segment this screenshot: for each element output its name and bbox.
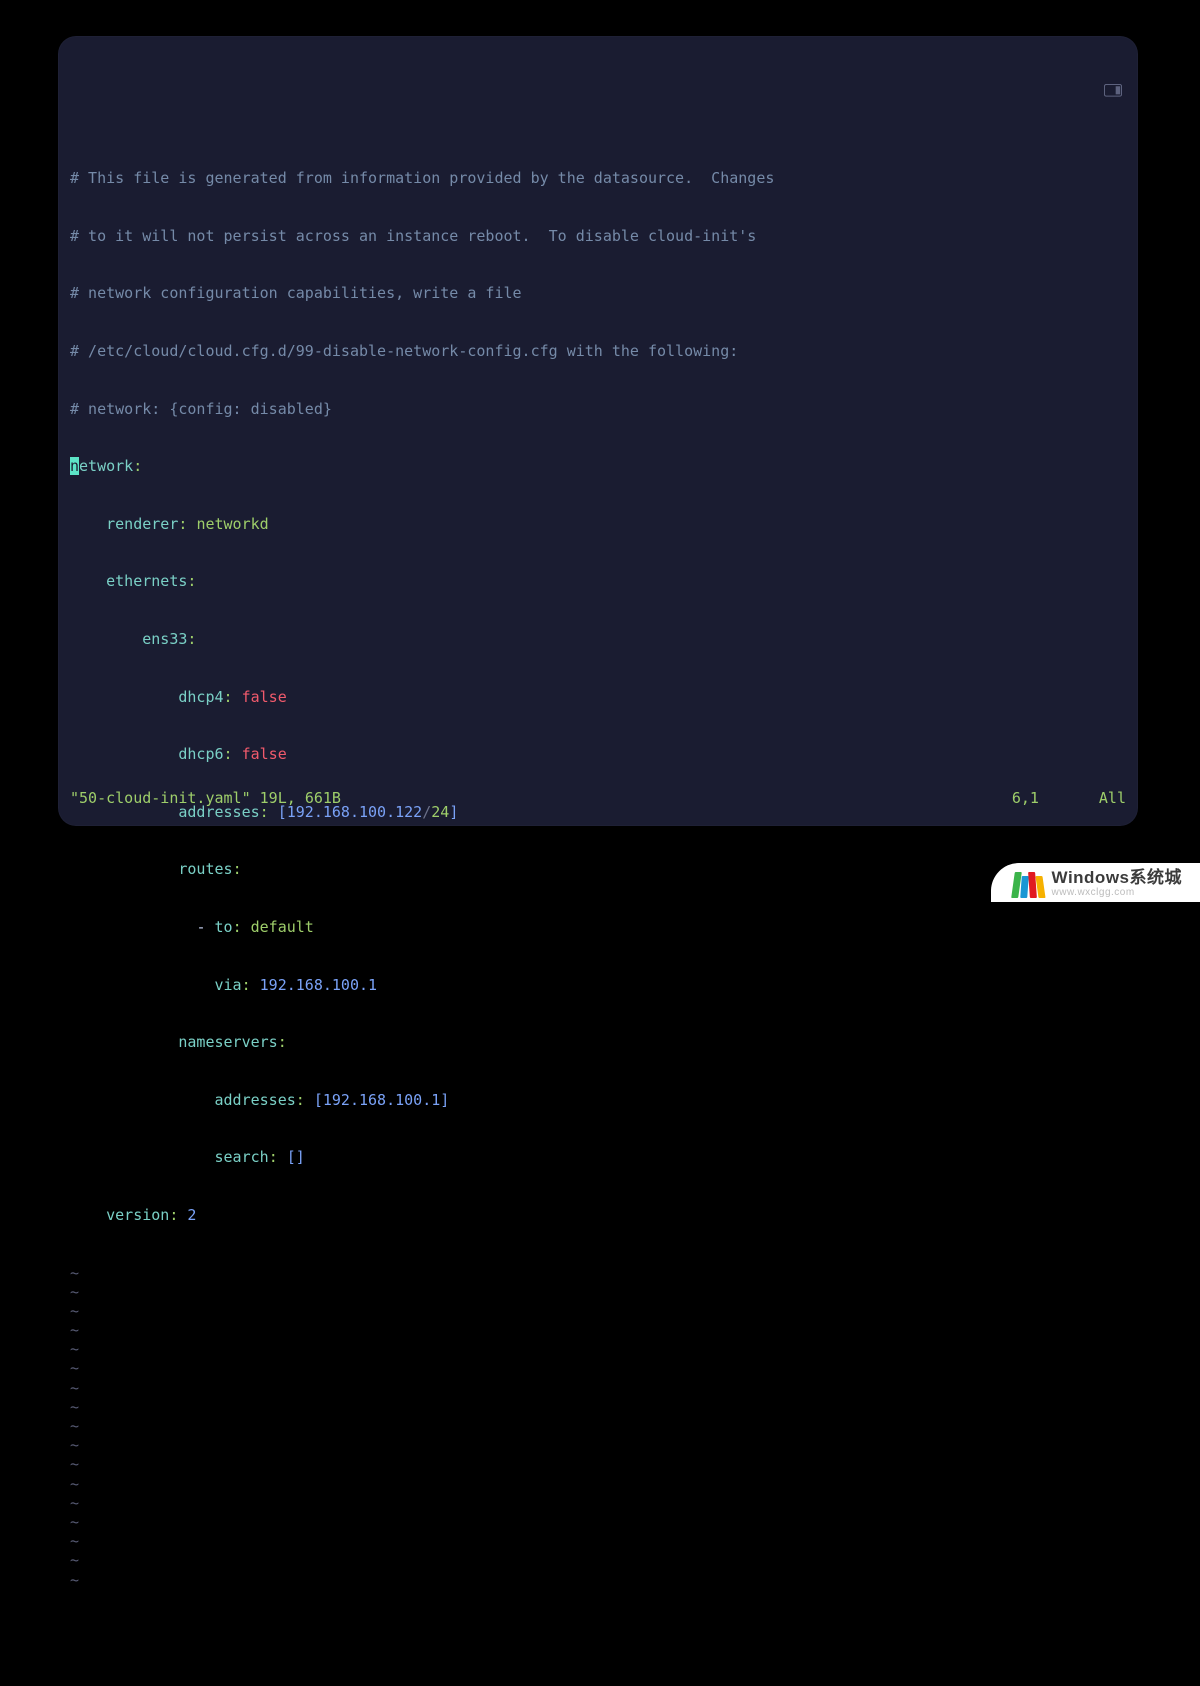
- yaml-line-ethernets: ethernets:: [70, 572, 1128, 591]
- yaml-line-dhcp6: dhcp6: false: [70, 745, 1128, 764]
- empty-line-indicator: ~: [70, 1513, 1128, 1532]
- watermark-logo-icon: [1013, 870, 1044, 898]
- empty-line-indicator: ~: [70, 1532, 1128, 1551]
- empty-line-indicator: ~: [70, 1379, 1128, 1398]
- status-cursor-pos: 6,1: [1012, 789, 1039, 808]
- empty-line-indicator: ~: [70, 1359, 1128, 1378]
- yaml-line-ns-addresses: addresses: [192.168.100.1]: [70, 1091, 1128, 1110]
- empty-line-indicator: ~: [70, 1571, 1128, 1590]
- yaml-line-route-via: via: 192.168.100.1: [70, 976, 1128, 995]
- yaml-line-version: version: 2: [70, 1206, 1128, 1225]
- editor-cursor: n: [70, 457, 79, 475]
- empty-line-indicator: ~: [70, 1302, 1128, 1321]
- yaml-line-network: network:: [70, 457, 1128, 476]
- yaml-line-iface: ens33:: [70, 630, 1128, 649]
- editor-content[interactable]: # This file is generated from informatio…: [70, 131, 1128, 1628]
- comment-line: # /etc/cloud/cloud.cfg.d/99-disable-netw…: [70, 342, 1128, 361]
- yaml-line-routes: routes:: [70, 860, 1128, 879]
- empty-line-indicator: ~: [70, 1417, 1128, 1436]
- status-scroll-state: All: [1099, 789, 1126, 808]
- yaml-line-renderer: renderer: networkd: [70, 515, 1128, 534]
- empty-line-indicator: ~: [70, 1283, 1128, 1302]
- watermark-title: Windows系统城: [1052, 869, 1182, 886]
- terminal-window[interactable]: # This file is generated from informatio…: [58, 36, 1138, 826]
- empty-line-indicator: ~: [70, 1264, 1128, 1283]
- watermark-url: www.wxclgg.com: [1052, 888, 1182, 898]
- empty-line-indicator: ~: [70, 1475, 1128, 1494]
- status-line: "50-cloud-init.yaml" 19L, 661B 6,1 All: [70, 789, 1126, 808]
- empty-line-indicator: ~: [70, 1455, 1128, 1474]
- site-watermark: Windows系统城 www.wxclgg.com: [991, 863, 1200, 902]
- yaml-line-route-to: - to: default: [70, 918, 1128, 937]
- empty-line-indicator: ~: [70, 1340, 1128, 1359]
- yaml-line-dhcp4: dhcp4: false: [70, 688, 1128, 707]
- resize-horizontal-icon: [1104, 46, 1122, 60]
- yaml-line-nameservers: nameservers:: [70, 1033, 1128, 1052]
- empty-line-indicator: ~: [70, 1398, 1128, 1417]
- comment-line: # This file is generated from informatio…: [70, 169, 1128, 188]
- comment-line: # network: {config: disabled}: [70, 400, 1128, 419]
- empty-line-indicator: ~: [70, 1494, 1128, 1513]
- comment-line: # to it will not persist across an insta…: [70, 227, 1128, 246]
- status-file-info: "50-cloud-init.yaml" 19L, 661B: [70, 789, 341, 808]
- empty-line-indicator: ~: [70, 1321, 1128, 1340]
- yaml-line-search: search: []: [70, 1148, 1128, 1167]
- comment-line: # network configuration capabilities, wr…: [70, 284, 1128, 303]
- empty-line-indicator: ~: [70, 1551, 1128, 1570]
- empty-line-indicator: ~: [70, 1436, 1128, 1455]
